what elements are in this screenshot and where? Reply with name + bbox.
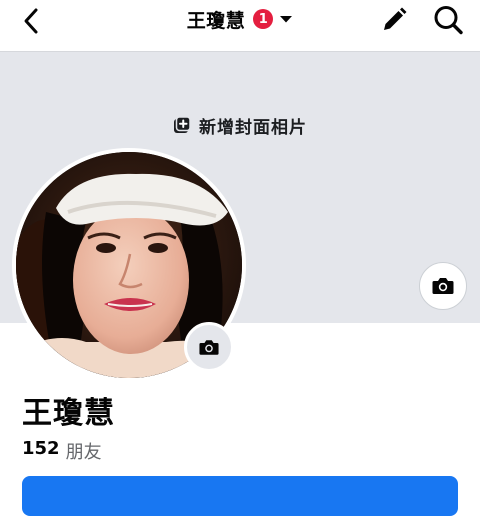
caret-down-icon — [280, 16, 293, 23]
camera-icon — [432, 278, 454, 294]
primary-action-button[interactable] — [22, 476, 458, 516]
top-bar: 王瓊慧 1 — [0, 0, 480, 50]
add-cover-photo-label: 新增封面相片 — [199, 117, 307, 138]
friends-label: 朋友 — [65, 442, 102, 463]
pencil-icon[interactable] — [380, 6, 408, 34]
profile-switcher[interactable]: 王瓊慧 1 — [0, 4, 480, 34]
add-photo-icon — [174, 116, 191, 133]
profile-name: 王瓊慧 — [22, 396, 115, 431]
notification-badge: 1 — [253, 9, 274, 29]
friends-count: 152 — [22, 438, 60, 459]
friends-count-link[interactable]: 152 朋友 — [22, 438, 102, 464]
edit-cover-photo-button[interactable] — [419, 262, 467, 310]
edit-profile-photo-button[interactable] — [184, 322, 234, 372]
camera-icon — [199, 339, 219, 355]
add-cover-photo-button[interactable]: 新增封面相片 — [0, 110, 480, 140]
search-icon[interactable] — [432, 4, 464, 36]
header-title: 王瓊慧 — [186, 9, 246, 32]
